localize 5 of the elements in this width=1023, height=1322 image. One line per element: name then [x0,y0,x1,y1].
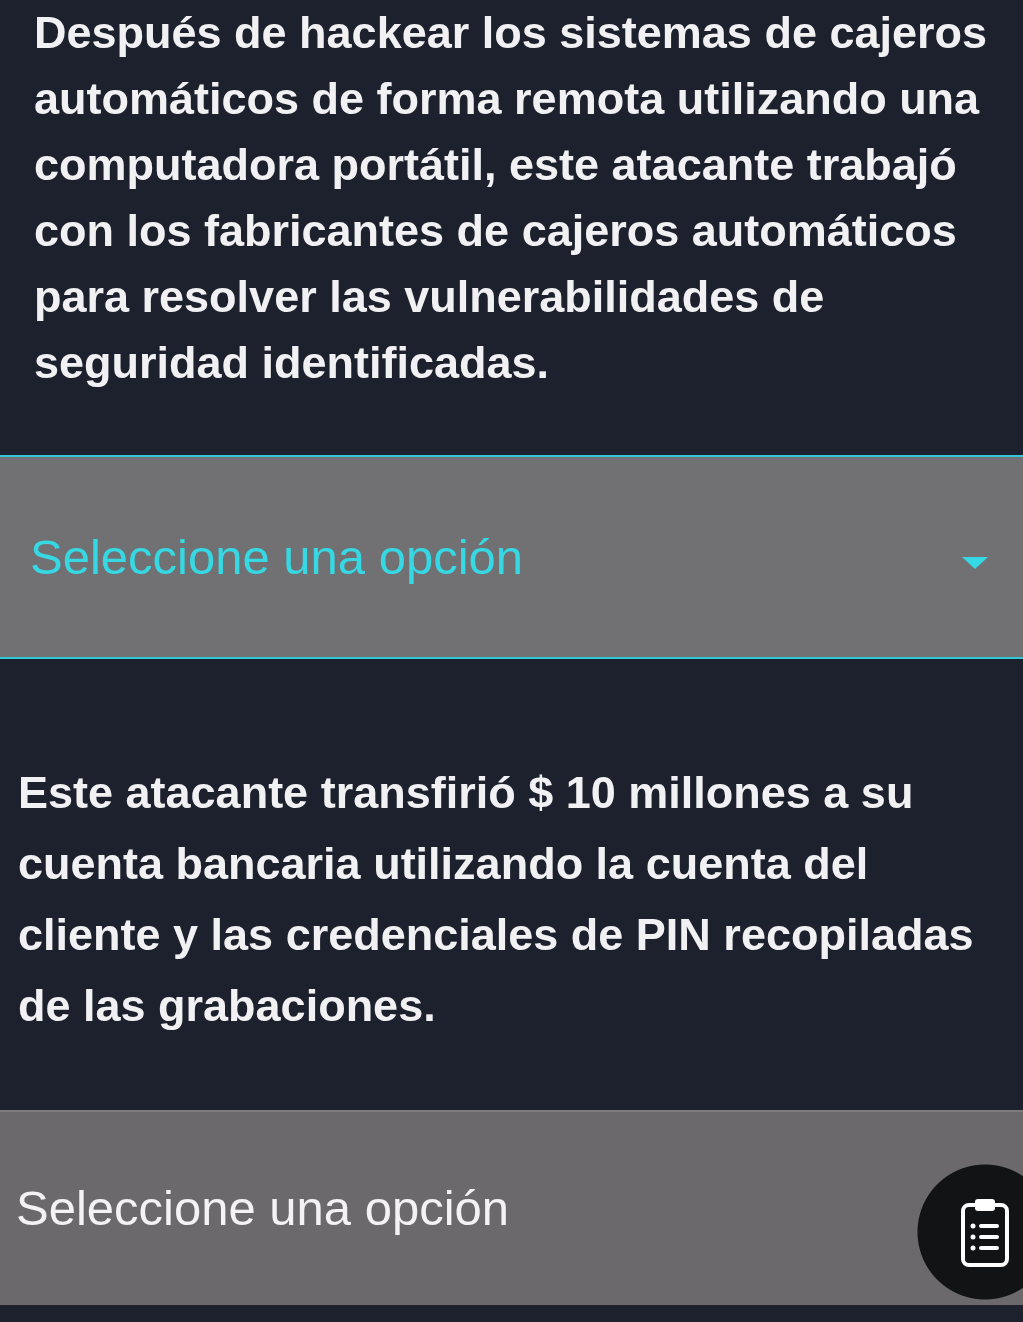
statement-text: Este atacante transfirió $ 10 millones a su cuenta bancaria utilizando la cuenta del cliente y las credenciales de PIN recopiladas de las grabaciones. [17,766,975,1033]
clipboard-list-icon [960,1196,1010,1268]
option-dropdown[interactable]: Seleccione una opción [0,1110,1023,1305]
statement-text: Después de hackear los sistemas de cajeros automáticos de forma remota utilizando una computadora portátil, este atacante trabajó con los fabricantes de cajeros automáticos para resolver las vulnerabilidades de seguridad identificadas. [33,6,989,390]
option-dropdown[interactable]: Seleccione una opción [0,455,1023,659]
